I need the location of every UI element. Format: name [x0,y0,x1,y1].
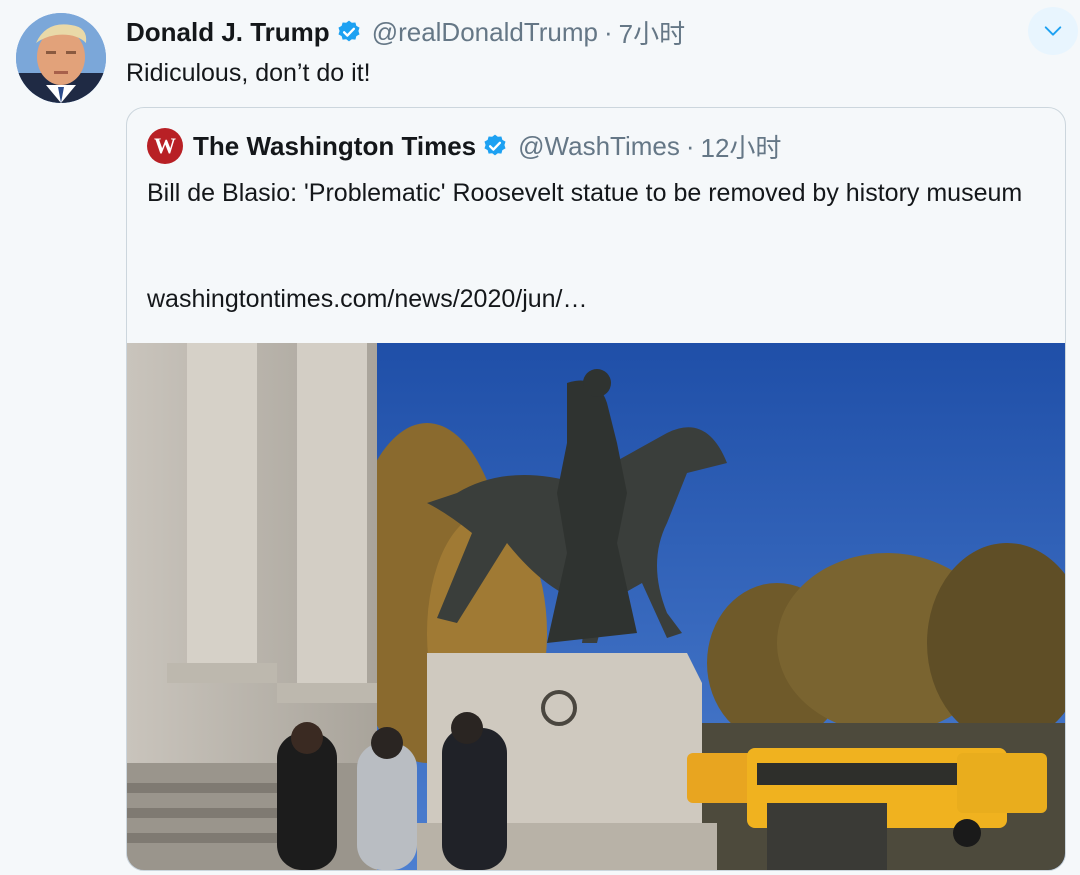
quoted-author-name[interactable]: The Washington Times [193,131,476,162]
tweet: Donald J. Trump @realDonaldTrump · 7小时 R… [0,0,1080,875]
quoted-tweet-text: Bill de Blasio: 'Problematic' Roosevelt … [147,179,1023,207]
quoted-tweet-timestamp[interactable]: 12小时 [701,128,782,165]
quoted-author-handle[interactable]: @WashTimes [518,131,680,162]
quoted-tweet-header: W The Washington Times @WashTimes · 12小时 [147,128,781,164]
verified-badge-icon [482,133,508,159]
quoted-tweet-card[interactable]: W The Washington Times @WashTimes · 12小时… [126,107,1066,871]
author-avatar[interactable] [16,13,106,103]
tweet-timestamp[interactable]: 7小时 [619,14,685,51]
separator-dot: · [603,16,613,47]
verified-badge-icon [336,19,362,45]
statue-photo [127,343,1065,870]
quoted-tweet-photo[interactable] [127,343,1065,870]
washington-times-logo-icon: W [147,128,183,164]
tweet-text: Ridiculous, don’t do it! [126,59,371,87]
tweet-header: Donald J. Trump @realDonaldTrump · 7小时 [126,14,685,50]
author-name[interactable]: Donald J. Trump [126,17,330,48]
quoted-tweet-link[interactable]: washingtontimes.com/news/2020/jun/… [147,282,588,317]
author-handle[interactable]: @realDonaldTrump [372,17,598,48]
avatar-image [16,13,106,103]
separator-dot: · [685,130,695,161]
chevron-down-icon [1044,26,1062,36]
more-options-button[interactable] [1028,7,1078,55]
